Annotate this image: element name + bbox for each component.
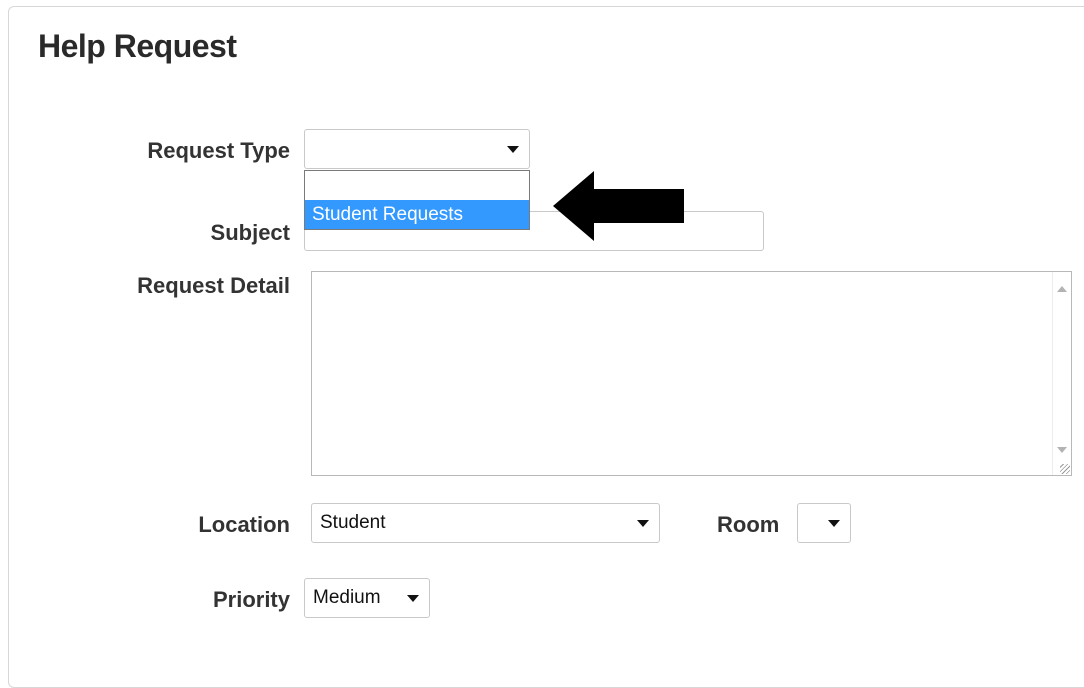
request-type-select[interactable] — [304, 129, 530, 169]
scroll-down-icon[interactable] — [1057, 447, 1067, 453]
room-select[interactable] — [797, 503, 851, 543]
request-detail-scrollbar[interactable] — [1052, 272, 1071, 475]
location-value: Student — [320, 512, 386, 533]
chevron-down-icon — [828, 519, 840, 527]
location-select[interactable]: Student — [311, 503, 660, 543]
room-label: Room — [717, 512, 780, 537]
location-label: Location — [198, 512, 290, 537]
request-detail-textarea[interactable] — [311, 271, 1072, 476]
priority-value: Medium — [313, 587, 381, 608]
page-title: Help Request — [38, 28, 237, 64]
priority-label: Priority — [212, 587, 290, 612]
pointer-arrow-icon — [553, 171, 684, 241]
dropdown-option-student-requests[interactable]: Student Requests — [305, 200, 529, 229]
chevron-down-icon — [407, 594, 419, 602]
chevron-down-icon — [507, 145, 519, 153]
scroll-up-icon[interactable] — [1057, 286, 1067, 292]
dropdown-option-blank[interactable] — [305, 171, 529, 200]
request-type-dropdown-list: Student Requests — [304, 170, 530, 230]
priority-select[interactable]: Medium — [304, 578, 430, 618]
subject-label: Subject — [210, 220, 290, 245]
request-detail-label: Request Detail — [137, 273, 290, 298]
chevron-down-icon — [637, 519, 649, 527]
request-type-label: Request Type — [147, 138, 290, 163]
resize-grip-icon[interactable] — [1060, 464, 1070, 474]
